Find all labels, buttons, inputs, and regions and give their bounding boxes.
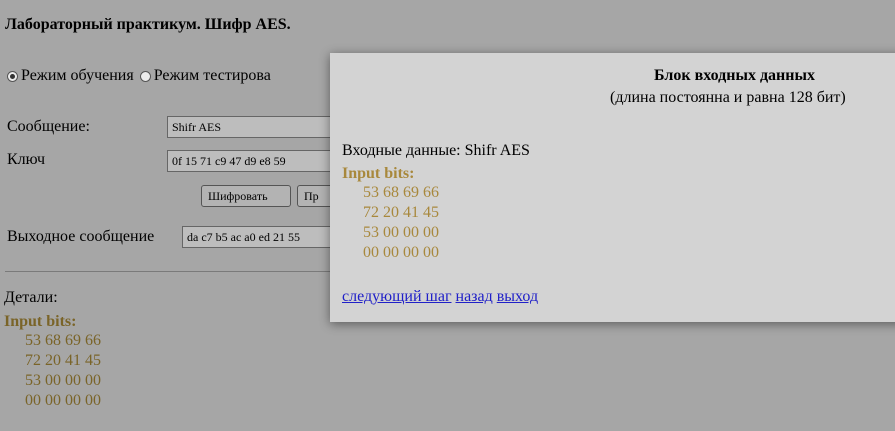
dialog-bits-row: 72 20 41 45	[363, 204, 439, 221]
divider	[5, 271, 335, 272]
message-input[interactable]: Shifr AES	[167, 116, 337, 138]
key-input[interactable]: 0f 15 71 c9 47 d9 e8 59	[167, 150, 337, 172]
learning-mode-radio[interactable]	[7, 70, 18, 82]
encrypt-button[interactable]: Шифровать	[201, 185, 291, 207]
details-bits-title: Input bits:	[4, 313, 77, 330]
dialog-subtitle: (длина постоянна и равна 128 бит)	[610, 89, 846, 106]
dialog-bits-block: Input bits: 53 68 69 66 72 20 41 45 53 0…	[342, 165, 439, 263]
mode-selector: Режим обучения Режим тестирова	[7, 67, 277, 85]
testing-mode-label[interactable]: Режим тестирова	[154, 67, 271, 85]
dialog-bits-title: Input bits:	[342, 165, 415, 182]
testing-mode-radio[interactable]	[139, 70, 151, 82]
exit-link[interactable]: выход	[497, 288, 538, 305]
details-bits-row: 00 00 00 00	[25, 392, 101, 409]
output-field[interactable]: da c7 b5 ac a0 ed 21 55	[182, 226, 337, 248]
input-block-dialog: Блок входных данных (длина постоянна и р…	[330, 53, 895, 322]
output-label: Выходное сообщение	[7, 228, 155, 245]
dialog-bits-row: 53 68 69 66	[363, 184, 439, 201]
dialog-input-value: Shifr AES	[464, 142, 530, 159]
dialog-title: Блок входных данных	[654, 67, 815, 84]
key-label: Ключ	[7, 151, 46, 168]
dialog-input-line: Входные данные: Shifr AES	[342, 142, 530, 160]
details-bits-row: 53 68 69 66	[25, 332, 101, 349]
next-step-link[interactable]: следующий шаг	[342, 288, 452, 305]
details-bits-row: 72 20 41 45	[25, 352, 101, 369]
details-label: Детали:	[4, 289, 58, 306]
details-bits-block: Input bits: 53 68 69 66 72 20 41 45 53 0…	[4, 313, 101, 411]
back-link[interactable]: назад	[456, 288, 493, 305]
details-bits-row: 53 00 00 00	[25, 372, 101, 389]
dialog-bits-row: 00 00 00 00	[363, 244, 439, 261]
dialog-navigation: следующий шаг назад выход	[342, 288, 538, 306]
page-title: Лабораторный практикум. Шифр AES.	[5, 16, 291, 33]
message-label: Сообщение:	[7, 118, 90, 135]
learning-mode-label[interactable]: Режим обучения	[21, 67, 134, 85]
dialog-input-prefix: Входные данные:	[342, 142, 461, 159]
dialog-bits-row: 53 00 00 00	[363, 224, 439, 241]
